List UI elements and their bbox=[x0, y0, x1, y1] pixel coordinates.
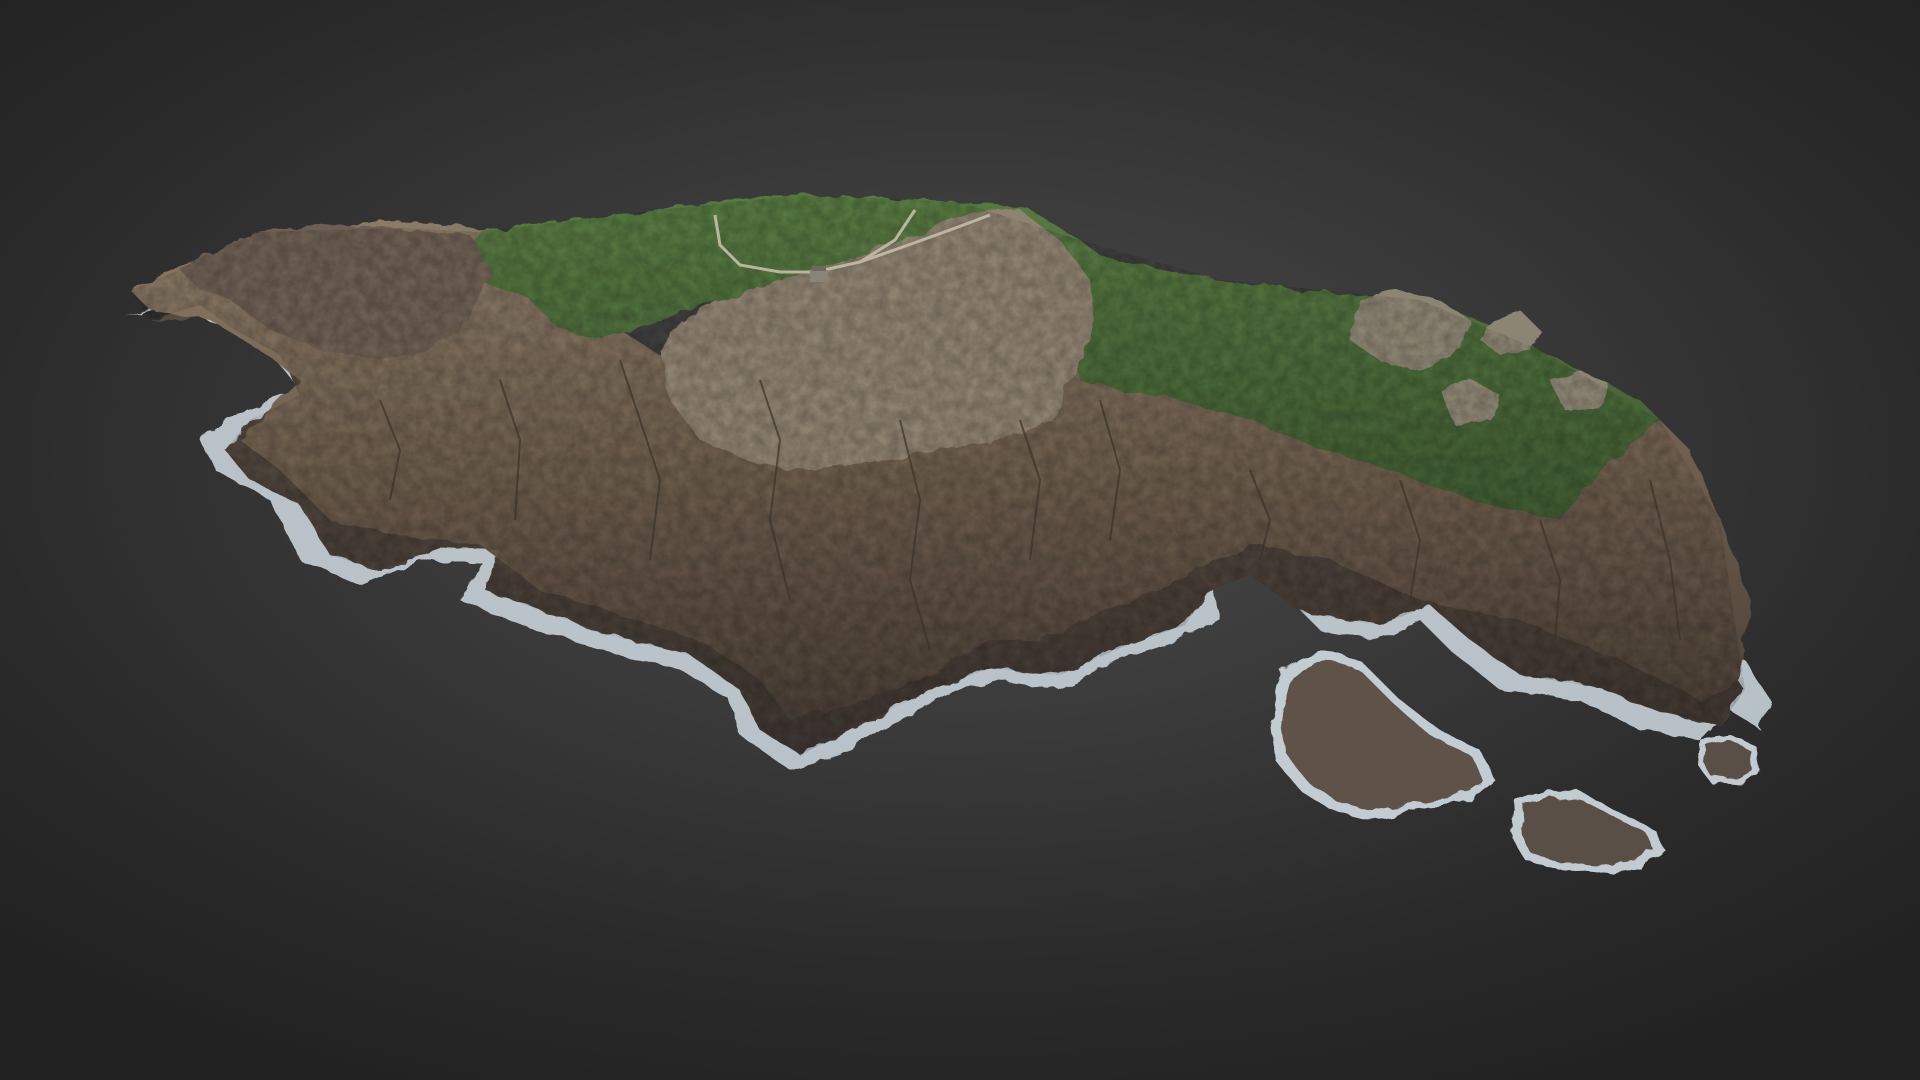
islet-tiny bbox=[1698, 735, 1760, 785]
islet-large bbox=[1270, 650, 1495, 820]
islet-small bbox=[1510, 790, 1665, 874]
3d-model-viewport[interactable] bbox=[0, 0, 1920, 1080]
coastal-headland-model[interactable] bbox=[0, 0, 1920, 1080]
hut-structure bbox=[810, 266, 828, 282]
